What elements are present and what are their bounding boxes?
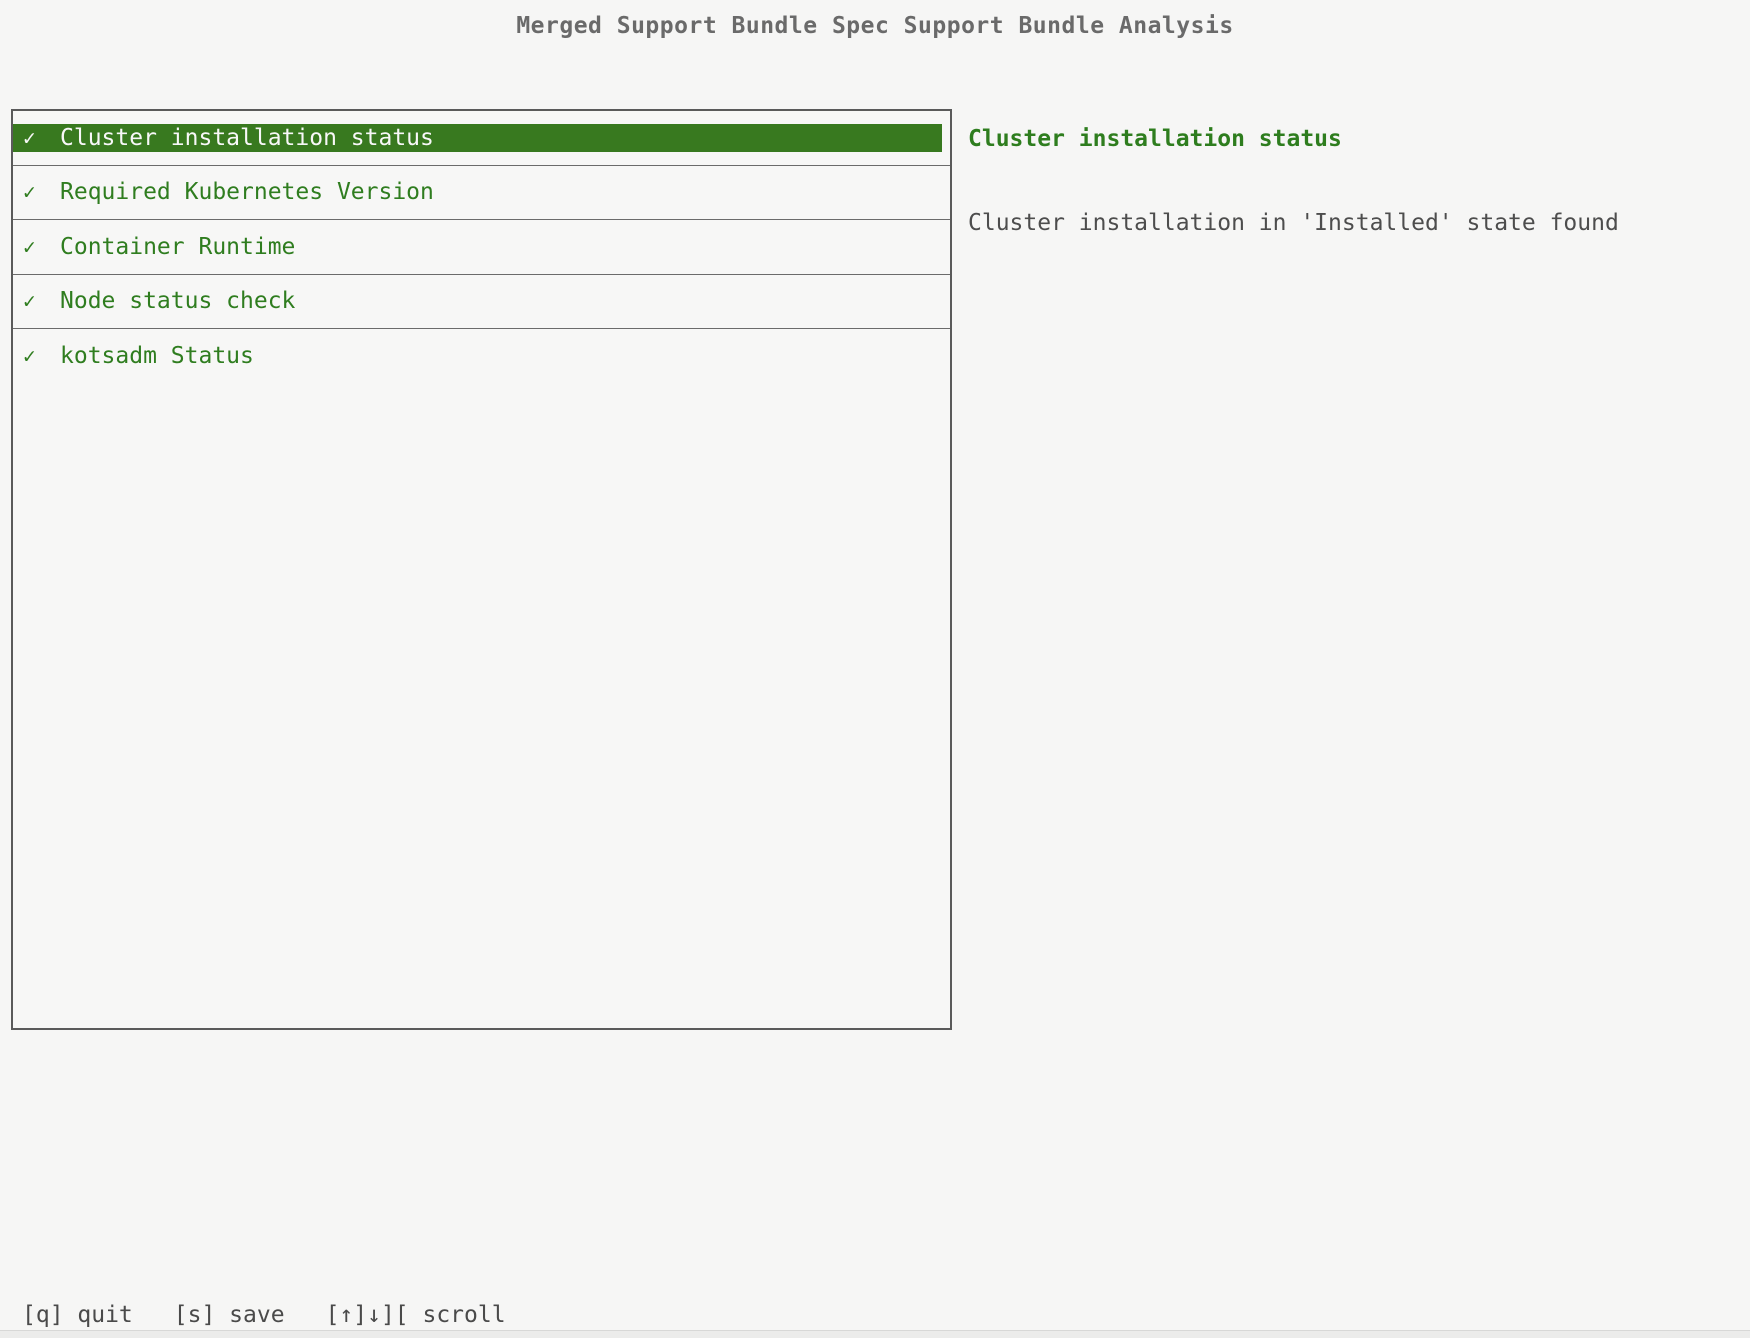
detail-pane-heading: Cluster installation status — [968, 111, 1342, 167]
analyzer-item-label: kotsadm Status — [60, 343, 254, 369]
keybinding-hints: [q] quit [s] save [↑]↓][ scroll — [22, 1301, 506, 1329]
analyzer-row-line: ✓ Node status check — [13, 287, 950, 315]
check-pass-icon: ✓ — [23, 342, 37, 370]
check-pass-icon: ✓ — [23, 178, 37, 206]
analyzer-item-label: Required Kubernetes Version — [60, 179, 434, 205]
window-title: Merged Support Bundle Spec Support Bundl… — [0, 13, 1750, 39]
analyzer-item-kotsadm-status[interactable]: ✓ kotsadm Status — [13, 329, 950, 384]
analyzer-item-label: Node status check — [60, 288, 295, 314]
check-pass-icon: ✓ — [23, 233, 37, 261]
analyzer-item-container-runtime[interactable]: ✓ Container Runtime — [13, 220, 950, 275]
analyzer-row-line: ✓ Required Kubernetes Version — [13, 178, 950, 206]
analyzer-row-highlight: ✓ Cluster installation status — [13, 124, 942, 152]
analyzer-item-label: Cluster installation status — [60, 125, 434, 151]
save-key-hint: [s] save — [174, 1302, 285, 1328]
analyzer-item-required-kubernetes-version[interactable]: ✓ Required Kubernetes Version — [13, 166, 950, 221]
analyzer-row-line: ✓ Container Runtime — [13, 233, 950, 261]
check-pass-icon: ✓ — [23, 287, 37, 315]
analyzer-row-line: ✓ kotsadm Status — [13, 342, 950, 370]
quit-key-hint: [q] quit — [22, 1302, 133, 1328]
analyzer-item-label: Container Runtime — [60, 234, 295, 260]
window-bottom-edge — [0, 1330, 1750, 1338]
scroll-key-hint: [↑]↓][ scroll — [326, 1302, 506, 1328]
analyzer-item-node-status-check[interactable]: ✓ Node status check — [13, 275, 950, 330]
analyzer-item-cluster-installation-status[interactable]: ✓ Cluster installation status — [13, 111, 950, 166]
analyzer-results-list: ✓ Cluster installation status ✓ Required… — [11, 109, 952, 1030]
check-pass-icon: ✓ — [23, 124, 37, 152]
detail-pane-message: Cluster installation in 'Installed' stat… — [968, 209, 1619, 237]
